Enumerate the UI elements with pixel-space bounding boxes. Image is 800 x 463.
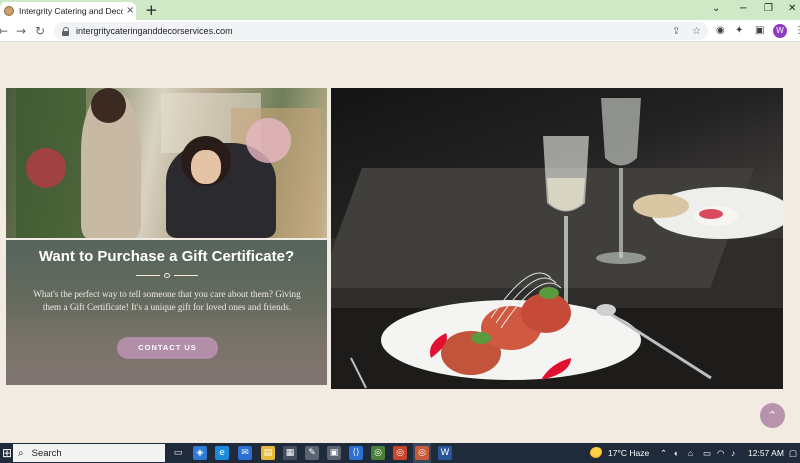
store-icon[interactable]: ▦ xyxy=(283,446,297,460)
gift-certificate-heading: Want to Purchase a Gift Certificate? xyxy=(38,248,295,265)
gift-certificate-text: What's the perfect way to tell someone t… xyxy=(33,289,301,312)
side-panel-icon[interactable]: ▣ xyxy=(755,23,764,39)
tab-close-icon[interactable]: × xyxy=(126,6,134,16)
dinner-photo-illustration xyxy=(331,98,783,389)
profile-avatar[interactable]: W xyxy=(773,24,787,38)
tab-title: Intergrity Catering and Decor Se xyxy=(19,6,123,16)
restore-button[interactable]: ❐ xyxy=(764,2,773,16)
wifi-icon[interactable]: ◠ xyxy=(717,447,724,459)
taskbar-search-label: Search xyxy=(31,447,62,459)
search-icon: ⌕ xyxy=(18,447,24,459)
clock-time[interactable]: 12:57 AM xyxy=(748,447,784,459)
chrome-icon-2[interactable]: ◎ xyxy=(393,446,407,460)
contact-us-button[interactable]: CONTACT US xyxy=(117,337,218,359)
dinner-table-photo xyxy=(331,88,783,389)
browser-toolbar: ← → ↻ intergritycateringanddecorservices… xyxy=(0,20,800,42)
windows-start-icon[interactable]: ⊞ xyxy=(2,446,12,460)
minimize-button[interactable]: − xyxy=(739,2,747,16)
tray-overflow-icon[interactable]: ⌃ xyxy=(660,447,667,459)
edge-browser-icon[interactable]: e xyxy=(215,446,229,460)
lock-icon[interactable] xyxy=(62,26,70,36)
vscode-icon[interactable]: ⟨⟩ xyxy=(349,446,363,460)
browser-tab-strip: Intergrity Catering and Decor Se × + ⌄ −… xyxy=(0,0,800,20)
app-icon[interactable]: ✎ xyxy=(305,446,319,460)
volume-icon[interactable]: ♪ xyxy=(731,447,735,459)
browser-tab[interactable]: Intergrity Catering and Decor Se × xyxy=(0,2,136,20)
reload-icon[interactable]: ↻ xyxy=(35,23,45,39)
file-explorer-icon[interactable]: ▤ xyxy=(261,446,275,460)
taskbar: ⊞ ⌕ Search ▭ ◈ e ✉ ▤ ▦ ✎ ▣ ⟨⟩ ◎ ◎ ◎ W 17… xyxy=(0,443,800,463)
chrome-icon-1[interactable]: ◎ xyxy=(371,446,385,460)
extension-badge-icon[interactable]: ◉ xyxy=(716,23,725,39)
share-icon[interactable]: ⇪ xyxy=(672,25,680,39)
bookmark-star-icon[interactable]: ☆ xyxy=(692,25,701,39)
taskbar-search-box[interactable]: ⌕ Search xyxy=(13,444,165,462)
battery-icon[interactable]: ▭ xyxy=(703,447,711,459)
location-icon[interactable]: ⌂ xyxy=(688,447,693,459)
extensions-puzzle-icon[interactable]: ✦ xyxy=(735,23,743,39)
notifications-icon[interactable]: ▢ xyxy=(789,447,797,459)
site-favicon-icon xyxy=(4,6,14,16)
word-icon[interactable]: W xyxy=(438,446,452,460)
weather-haze-icon[interactable] xyxy=(590,447,603,459)
url-text[interactable]: intergritycateringanddecorservices.com xyxy=(76,26,233,36)
page-content: Want to Purchase a Gift Certificate? Wha… xyxy=(0,43,800,443)
chrome-icon-active[interactable]: ◎ xyxy=(415,446,429,460)
florist-photo xyxy=(6,88,327,238)
tab-search-icon[interactable]: ⌄ xyxy=(712,2,720,16)
forward-arrow-icon[interactable]: → xyxy=(16,23,26,39)
gift-certificate-panel: Want to Purchase a Gift Certificate? Wha… xyxy=(6,240,327,385)
widgets-icon[interactable]: ◈ xyxy=(193,446,207,460)
ornament-divider xyxy=(136,272,198,280)
back-arrow-icon[interactable]: ← xyxy=(0,23,8,39)
close-window-button[interactable]: ✕ xyxy=(788,2,796,16)
browser-menu-icon[interactable]: ⋮ xyxy=(794,23,800,39)
task-view-icon[interactable]: ▭ xyxy=(171,446,185,460)
mail-icon[interactable]: ✉ xyxy=(238,446,252,460)
tray-app-icon[interactable]: ◐ xyxy=(674,447,679,459)
scroll-to-top-button[interactable]: ⌃ xyxy=(760,403,785,428)
weather-text[interactable]: 17°C Haze xyxy=(608,447,649,459)
address-bar[interactable]: intergritycateringanddecorservices.com ⇪… xyxy=(54,22,708,40)
new-tab-button[interactable]: + xyxy=(145,2,158,18)
photos-icon[interactable]: ▣ xyxy=(327,446,341,460)
